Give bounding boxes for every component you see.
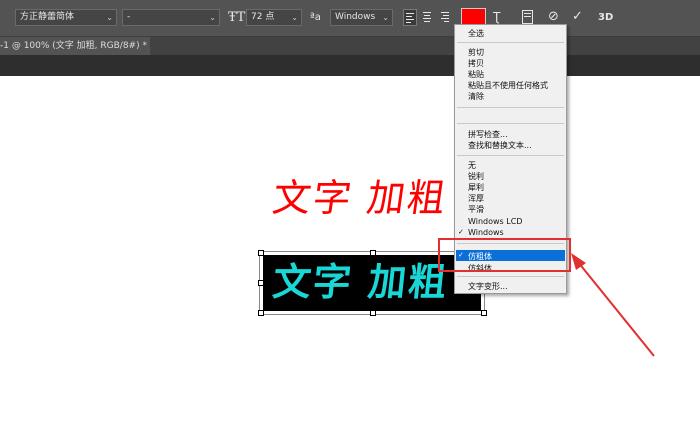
canvas-text-selected: 文字 加粗: [270, 260, 451, 304]
chevron-down-icon: ⌄: [106, 13, 113, 22]
menu-item-find-replace[interactable]: 查找和替换文本...: [468, 140, 532, 151]
align-right-icon: [441, 12, 449, 22]
menu-item-aa-smooth[interactable]: 平滑: [468, 204, 484, 215]
document-tab[interactable]: -1 @ 100% (文字 加粗, RGB/8#) * ×: [0, 37, 150, 55]
transform-handle[interactable]: [370, 310, 376, 316]
align-left-button[interactable]: [403, 9, 417, 26]
menu-separator: [457, 155, 564, 156]
font-size-dropdown[interactable]: 72 点 ⌄: [246, 9, 302, 26]
canvas-text-red: 文字 加粗: [269, 176, 451, 220]
annotation-highlight-box: [438, 238, 571, 272]
font-size-value: 72 点: [251, 12, 275, 22]
antialias-value: Windows: [335, 12, 376, 22]
transform-handle[interactable]: [258, 280, 264, 286]
align-left-icon: [406, 13, 414, 23]
font-family-dropdown[interactable]: 方正静蕾简体 ⌄: [15, 9, 117, 26]
menu-item-spellcheck[interactable]: 拼写检查...: [468, 129, 508, 140]
font-style-value: -: [127, 12, 131, 22]
transform-handle[interactable]: [258, 250, 264, 256]
transform-handle[interactable]: [481, 310, 487, 316]
align-center-icon: [423, 12, 431, 22]
menu-item-aa-sharp[interactable]: 锐利: [468, 171, 484, 182]
options-bar: 方正静蕾简体 ⌄ - ⌄ ŦT 72 点 ⌄ ªa Windows ⌄ Ʈ ⊘ …: [0, 0, 700, 37]
menu-item-cut[interactable]: 剪切: [468, 47, 484, 58]
menu-item-aa-none[interactable]: 无: [468, 160, 476, 171]
antialias-icon: ªa: [310, 12, 321, 23]
chevron-down-icon: ⌄: [382, 13, 389, 22]
menu-item-aa-windows[interactable]: Windows: [468, 228, 504, 237]
menu-item-warp-text[interactable]: 文字变形...: [468, 281, 508, 292]
ruler-strip: [0, 55, 700, 76]
font-size-icon: ŦT: [228, 10, 246, 25]
3d-button[interactable]: 3D: [598, 10, 613, 26]
menu-item-aa-crisp[interactable]: 犀利: [468, 182, 484, 193]
warp-text-icon[interactable]: Ʈ: [493, 9, 500, 25]
menu-item-select-all[interactable]: 全选: [468, 28, 484, 39]
check-icon: ✓: [458, 228, 464, 236]
menu-separator: [457, 107, 564, 108]
align-right-button[interactable]: [439, 9, 453, 26]
chevron-down-icon: ⌄: [291, 13, 298, 22]
antialias-dropdown[interactable]: Windows ⌄: [330, 9, 393, 26]
chevron-down-icon: ⌄: [209, 13, 216, 22]
align-center-button[interactable]: [421, 9, 435, 26]
commit-icon[interactable]: ✓: [572, 9, 583, 25]
document-tab-title: -1 @ 100% (文字 加粗, RGB/8#) *: [0, 41, 147, 51]
menu-separator: [457, 276, 564, 277]
menu-item-aa-windows-lcd[interactable]: Windows LCD: [468, 217, 522, 226]
character-panel-icon[interactable]: [522, 10, 533, 24]
transform-handle[interactable]: [370, 250, 376, 256]
transform-handle[interactable]: [258, 310, 264, 316]
menu-item-clear[interactable]: 清除: [468, 91, 484, 102]
cancel-icon[interactable]: ⊘: [548, 9, 559, 25]
menu-separator: [457, 42, 564, 43]
document-tab-bar: -1 @ 100% (文字 加粗, RGB/8#) * ×: [0, 37, 700, 55]
menu-item-copy[interactable]: 拷贝: [468, 58, 484, 69]
menu-item-paste[interactable]: 粘贴: [468, 69, 484, 80]
menu-item-aa-strong[interactable]: 浑厚: [468, 193, 484, 204]
font-family-value: 方正静蕾简体: [20, 12, 75, 22]
menu-separator: [457, 123, 564, 124]
font-style-dropdown[interactable]: - ⌄: [122, 9, 220, 26]
menu-item-paste-plain[interactable]: 粘贴且不使用任何格式: [468, 80, 548, 91]
